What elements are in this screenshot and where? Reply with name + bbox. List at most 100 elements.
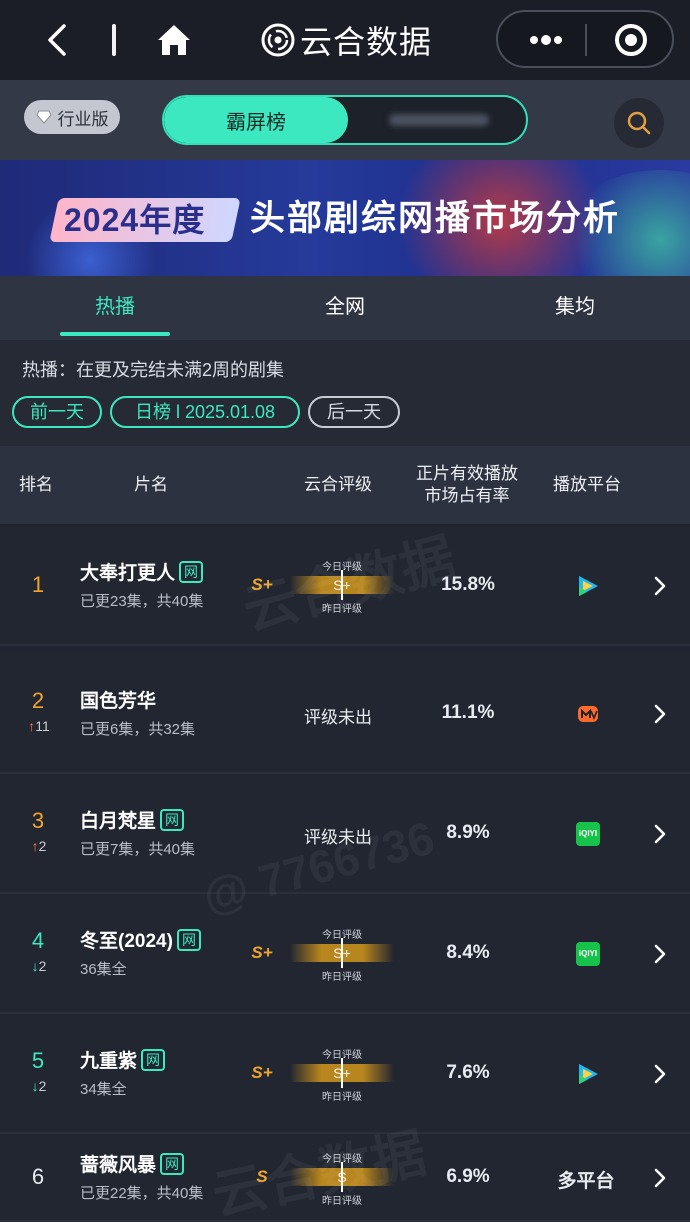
date-selector[interactable]: 日榜 l 2025.01.08 (110, 396, 300, 428)
market-share: 8.4% (446, 942, 490, 963)
chevron-left-icon (48, 24, 66, 56)
home-button[interactable] (152, 18, 196, 62)
chevron-right-icon[interactable] (650, 702, 670, 726)
chevron-right-icon[interactable] (650, 1166, 670, 1190)
column-platform: 播放平台 (553, 475, 621, 494)
more-dots-icon (530, 35, 562, 45)
grade-bar-value: S+ (333, 945, 351, 961)
show-title: 九重紫 (80, 1051, 138, 1072)
grade-pending: 评级未出 (304, 828, 372, 847)
market-share: 7.6% (446, 1062, 490, 1083)
show-title-wrap: 大奉打更人网 (80, 558, 204, 585)
brand-name: 云合数据 (300, 24, 433, 60)
edition-badge[interactable]: 行业版 (24, 100, 120, 134)
banner-year: 2024年度 (64, 202, 206, 238)
platform-multi: 多平台 (557, 1171, 615, 1192)
table-row[interactable]: 6 蔷薇风暴网已更22集，共40集 S 今日评级 S 昨日评级 6.9% 多平台 (0, 1134, 690, 1222)
show-title: 蔷薇风暴 (80, 1155, 157, 1176)
yesterday-grade-label: 昨日评级 (322, 1196, 362, 1207)
grade-comparison: 今日评级 S+ 昨日评级 (290, 1044, 394, 1104)
web-series-badge: 网 (160, 1152, 185, 1175)
grade-value: S (256, 1167, 268, 1186)
rank-number: 5 (31, 1048, 45, 1073)
ranking-description: 热播：在更及完结未满2周的剧集 (22, 360, 285, 380)
arrow-down-icon: ↓ (31, 1078, 39, 1094)
episode-status: 已更22集，共40集 (80, 1185, 204, 1202)
rank-number: 2 (31, 688, 45, 713)
previous-day-button[interactable]: 前一天 (12, 396, 102, 428)
market-share: 11.1% (441, 702, 495, 723)
yunhe-logo-icon (261, 23, 295, 57)
top-navigation-bar: 云合数据 (0, 0, 690, 80)
arrow-up-icon: ↑ (31, 838, 39, 854)
blurred-label (389, 114, 489, 126)
next-day-button[interactable]: 后一天 (308, 396, 400, 428)
market-share: 8.9% (446, 822, 490, 843)
rank-change: ↓2 (14, 958, 64, 974)
yesterday-grade-label: 昨日评级 (322, 604, 362, 615)
episode-status: 34集全 (80, 1081, 127, 1098)
rank-number: 1 (31, 572, 45, 597)
show-title: 大奉打更人 (80, 563, 176, 584)
rank-change-value: 2 (38, 958, 47, 974)
table-row[interactable]: 5 ↓2 九重紫网 34集全 S+ 今日评级 S+ 昨日评级 7.6% (0, 1014, 690, 1134)
grade-bar-value: S+ (333, 577, 351, 593)
chevron-right-icon[interactable] (650, 942, 670, 966)
chevron-right-icon[interactable] (650, 822, 670, 846)
table-header: 排名 片名 云合评级 正片有效播放 市场占有率 播放平台 (0, 446, 690, 524)
table-row[interactable]: 2 ↑11 国色芳华 已更6集，共32集 评级未出 11.1% (0, 654, 690, 774)
segment-dominance-chart[interactable]: 霸屏榜 (164, 97, 348, 143)
table-row[interactable]: 1 大奉打更人网已更23集，共40集 S+ 今日评级 S+ 昨日评级 15.8% (0, 526, 690, 646)
sub-header: 行业版 霸屏榜 (0, 80, 690, 160)
web-series-badge: 网 (160, 808, 185, 831)
edition-badge-label: 行业版 (57, 109, 109, 129)
chevron-right-icon[interactable] (650, 1062, 670, 1086)
rank-change: ↓2 (14, 1078, 64, 1094)
yesterday-grade-label: 昨日评级 (322, 972, 362, 983)
rank-number: 4 (31, 928, 45, 953)
grade-pending: 评级未出 (304, 708, 372, 727)
rank-change-value: 2 (38, 838, 47, 854)
segment-other[interactable] (364, 97, 514, 143)
rank-change: ↑2 (14, 838, 64, 854)
rank-number: 3 (31, 808, 45, 833)
target-circle-icon (615, 24, 647, 56)
rank-number: 6 (31, 1164, 45, 1189)
ranking-tabs: 热播 全网 集均 (0, 276, 690, 340)
search-icon (627, 111, 651, 135)
search-button[interactable] (614, 98, 664, 148)
rank-change: ↑11 (14, 718, 64, 734)
ranking-type-switch: 霸屏榜 (162, 95, 528, 145)
column-title: 片名 (134, 475, 168, 494)
tab-hot[interactable]: 热播 (58, 276, 172, 340)
show-title-wrap: 九重紫网 (80, 1046, 166, 1073)
market-share: 6.9% (446, 1166, 490, 1187)
nav-divider (112, 24, 116, 56)
show-title-wrap: 白月梵星网 (80, 806, 185, 833)
chevron-right-icon[interactable] (650, 574, 670, 598)
episode-status: 36集全 (80, 961, 127, 978)
grade-bar-value: S (337, 1169, 347, 1185)
more-button[interactable] (516, 24, 576, 56)
tencent-video-icon (568, 572, 608, 600)
miniprogram-capsule (496, 10, 674, 68)
table-row[interactable]: 3 ↑2 白月梵星网已更7集，共40集 评级未出 8.9% iQIYI (0, 774, 690, 894)
brand-logo: 云合数据 (260, 18, 432, 62)
episode-status: 已更6集，共32集 (80, 721, 196, 738)
grade-comparison: 今日评级 S 昨日评级 (290, 1148, 394, 1208)
rank-change-value: 11 (35, 718, 50, 734)
show-title: 冬至(2024) (80, 931, 173, 952)
iqiyi-icon: iQIYI (568, 820, 608, 848)
grade-comparison: 今日评级 S+ 昨日评级 (290, 924, 394, 984)
close-miniprogram-button[interactable] (608, 22, 654, 58)
tab-all-network[interactable]: 全网 (288, 276, 402, 340)
market-share: 15.8% (441, 574, 495, 595)
tab-episode-average[interactable]: 集均 (518, 276, 632, 340)
grade-value: S+ (251, 1063, 273, 1082)
home-icon (158, 25, 190, 55)
table-row[interactable]: 4 ↓2 冬至(2024) 网 36集全 S+ 今日评级 S+ 昨日评级 8.4% iQIYI (0, 894, 690, 1014)
episode-status: 已更7集，共40集 (80, 841, 196, 858)
back-button[interactable] (40, 20, 76, 60)
web-series-badge: 网 (179, 560, 204, 583)
arrow-down-icon: ↓ (31, 958, 39, 974)
